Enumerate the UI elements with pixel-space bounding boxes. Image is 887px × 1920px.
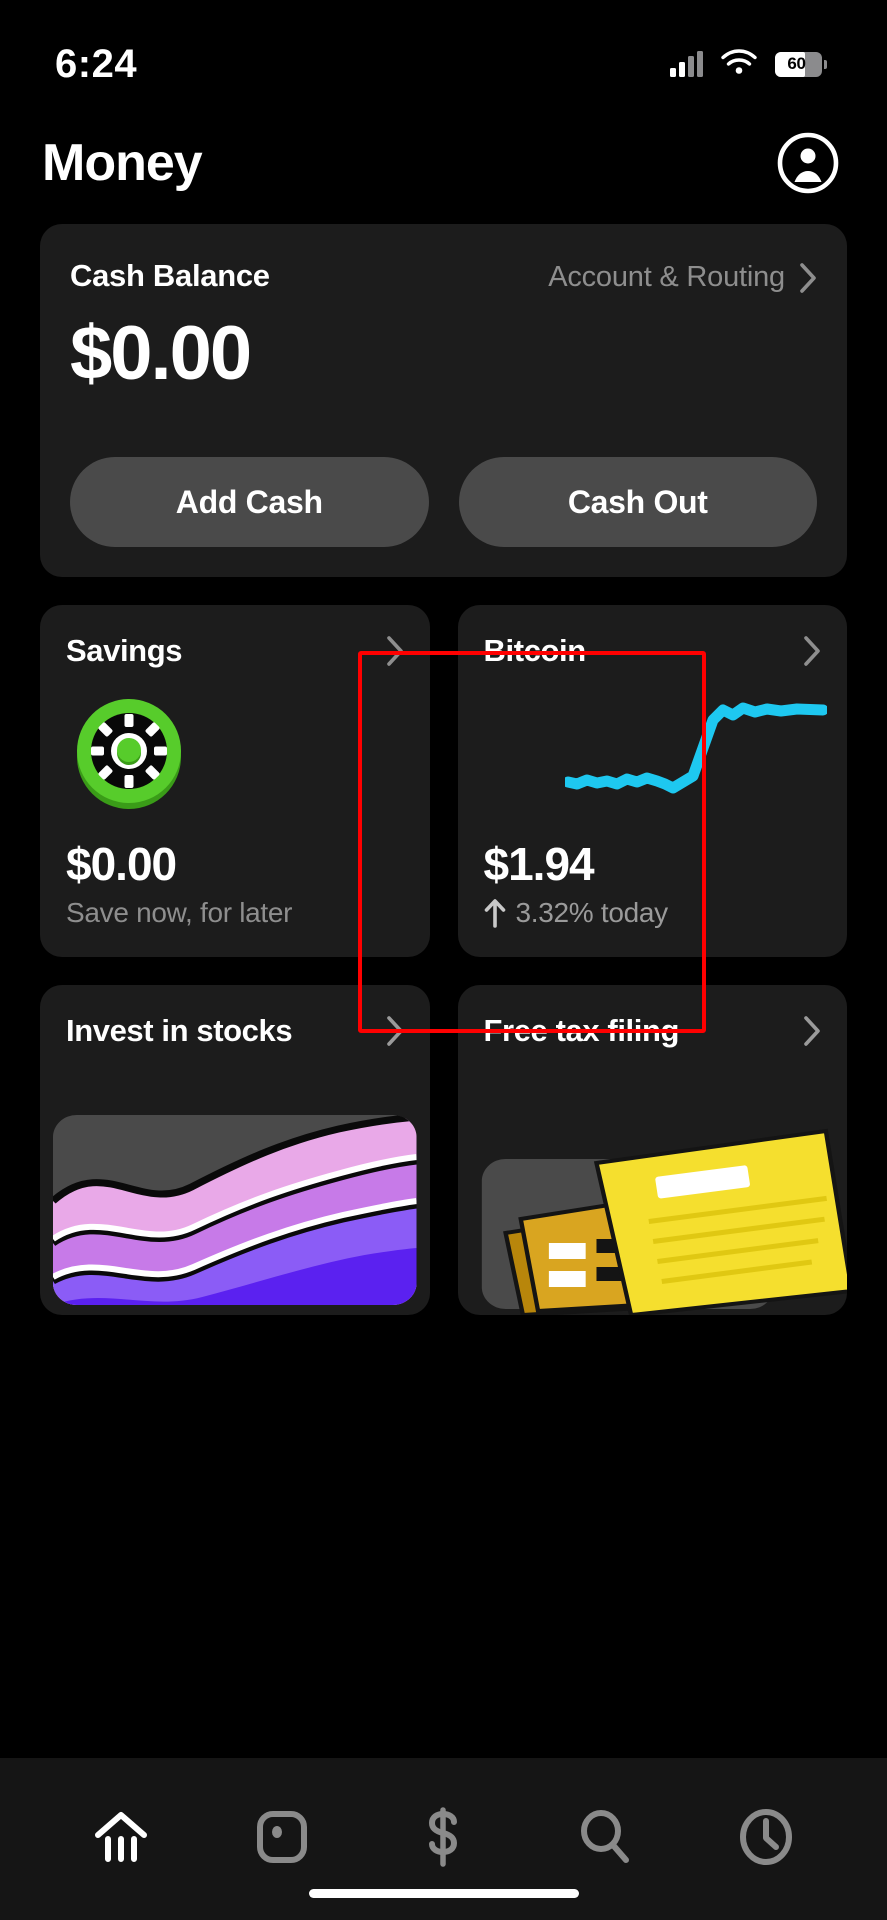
cash-balance-label: Cash Balance (70, 258, 270, 293)
profile-avatar-button[interactable] (777, 132, 839, 194)
tab-search[interactable] (562, 1794, 648, 1880)
chevron-right-icon (804, 636, 820, 666)
savings-tile-header: Savings (66, 633, 404, 669)
bitcoin-price-chart (565, 702, 827, 794)
app-header: Money (0, 110, 887, 224)
promo-grid: Invest in stocks Free tax filing (40, 985, 847, 1315)
savings-title: Savings (66, 633, 183, 668)
savings-subtitle: Save now, for later (66, 897, 293, 928)
cash-balance-amount: $0.00 (70, 311, 252, 396)
invest-in-stocks-tile[interactable]: Invest in stocks (40, 985, 430, 1315)
main-content: Cash Balance Account & Routing $0.00 Add… (0, 224, 887, 1315)
wifi-icon (721, 48, 757, 80)
clock-icon (740, 1809, 793, 1865)
search-icon (580, 1810, 629, 1863)
savings-amount: $0.00 (66, 838, 177, 890)
tab-card[interactable] (239, 1794, 325, 1880)
tab-payments[interactable] (400, 1794, 486, 1880)
page-title: Money (42, 134, 203, 192)
chevron-right-icon (800, 262, 816, 293)
bitcoin-change-label: 3.32% today (515, 897, 669, 928)
arrow-up-icon (484, 899, 505, 928)
tax-title: Free tax filing (483, 1013, 680, 1048)
cash-balance-card[interactable]: Cash Balance Account & Routing $0.00 Add… (40, 224, 847, 577)
free-tax-filing-tile[interactable]: Free tax filing (457, 985, 848, 1315)
accounts-grid: Savings $0.00 Save now, for later Bitcoi… (40, 605, 847, 957)
add-cash-button[interactable]: Add Cash (70, 457, 429, 547)
account-routing-link[interactable]: Account & Routing (548, 261, 817, 294)
tax-tile-header: Free tax filing (458, 985, 848, 1049)
bitcoin-amount: $1.94 (483, 838, 595, 890)
bitcoin-sparkline (480, 675, 827, 837)
savings-vault-icon (77, 699, 181, 809)
chevron-right-icon (804, 1016, 820, 1046)
status-bar-time: 6:24 (55, 41, 138, 86)
invest-title: Invest in stocks (66, 1013, 293, 1048)
cash-actions: Add Cash Cash Out (70, 457, 817, 547)
savings-icon-wrap (66, 669, 404, 837)
bitcoin-tile-header: Bitcoin (484, 633, 822, 669)
account-circle-icon (777, 132, 839, 194)
chevron-right-icon (386, 1016, 403, 1046)
bitcoin-tile[interactable]: Bitcoin $1.94 3.32% today (457, 605, 847, 957)
card-icon (257, 1811, 308, 1863)
savings-tile[interactable]: Savings $0.00 Save now, for later (40, 605, 430, 957)
home-indicator (308, 1889, 579, 1898)
cash-out-button[interactable]: Cash Out (458, 457, 817, 547)
bank-home-icon (94, 1812, 147, 1862)
dollar-sign-icon (429, 1807, 458, 1867)
status-bar-indicators: 60 (670, 48, 827, 80)
stock-chart-illustration (40, 1115, 430, 1315)
chevron-right-icon (386, 636, 403, 666)
cash-balance-header: Cash Balance Account & Routing (70, 258, 817, 294)
tax-documents-illustration (458, 1115, 847, 1315)
bitcoin-title: Bitcoin (483, 633, 587, 668)
tab-activity[interactable] (723, 1794, 809, 1880)
account-routing-label: Account & Routing (548, 261, 785, 293)
bitcoin-change: 3.32% today (484, 897, 822, 929)
tab-banking[interactable] (78, 1794, 164, 1880)
status-bar: 6:24 60 (0, 0, 887, 110)
battery-icon: 60 (775, 51, 827, 77)
cellular-signal-icon (670, 51, 703, 77)
invest-tile-header: Invest in stocks (40, 985, 430, 1049)
battery-percent-label: 60 (787, 54, 806, 73)
